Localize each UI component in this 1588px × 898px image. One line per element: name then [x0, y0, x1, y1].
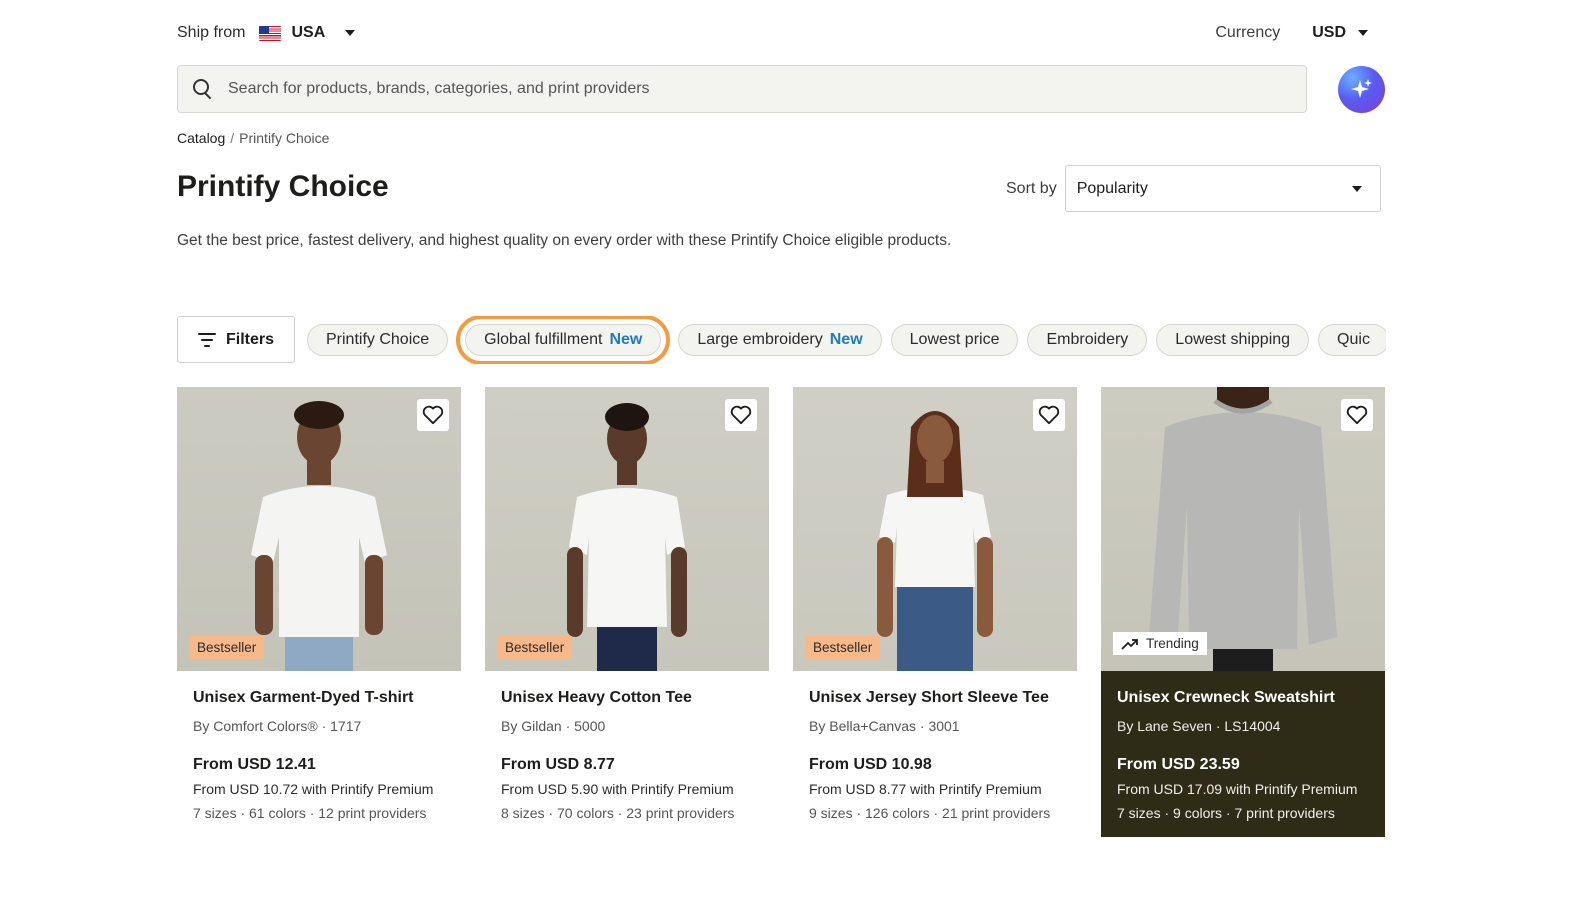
product-meta: 7 sizes · 61 colors · 12 print providers — [193, 805, 427, 821]
chip-embroidery[interactable]: Embroidery — [1027, 324, 1148, 356]
heart-icon — [1346, 405, 1368, 425]
heart-icon — [422, 405, 444, 425]
product-image[interactable]: Bestseller — [485, 387, 769, 671]
filter-bar: Filters Printify Choice Global fulfillme… — [177, 316, 1386, 364]
product-name: Unisex Heavy Cotton Tee — [501, 689, 692, 706]
filters-button[interactable]: Filters — [177, 316, 295, 363]
trending-up-icon — [1121, 638, 1138, 650]
search-bar[interactable] — [177, 65, 1307, 113]
new-badge: New — [609, 331, 643, 348]
ship-country: USA — [291, 24, 326, 41]
breadcrumb-current: Printify Choice — [239, 130, 330, 146]
currency-value: USD — [1312, 24, 1346, 41]
product-image[interactable]: Bestseller — [177, 387, 461, 671]
favorite-button[interactable] — [1033, 399, 1065, 431]
product-card[interactable]: Trending Unisex Crewneck Sweatshirt By L… — [1101, 387, 1385, 837]
sort-label: Sort by — [1006, 179, 1057, 197]
ship-from-selector[interactable]: Ship from USA — [177, 24, 356, 42]
product-price: From USD 23.59 — [1117, 756, 1240, 773]
filter-chips: Printify Choice Global fulfillment New L… — [307, 316, 1386, 364]
product-info: Unisex Heavy Cotton Tee By Gildan · 5000… — [485, 671, 769, 837]
product-brand: By Gildan · 5000 — [501, 718, 606, 734]
chip-label: Global fulfillment — [484, 331, 603, 348]
product-price: From USD 8.77 — [501, 756, 615, 773]
favorite-button[interactable] — [1341, 399, 1373, 431]
product-premium-price: From USD 10.72 with Printify Premium — [193, 781, 434, 797]
chip-label: Embroidery — [1046, 331, 1129, 348]
product-price: From USD 12.41 — [193, 756, 316, 773]
product-image[interactable]: Bestseller — [793, 387, 1077, 671]
product-info: Unisex Jersey Short Sleeve Tee By Bella+… — [793, 671, 1077, 837]
us-flag-icon — [259, 25, 282, 41]
favorite-button[interactable] — [417, 399, 449, 431]
breadcrumb-separator: / — [230, 130, 235, 146]
filter-icon — [197, 332, 216, 347]
page-title: Printify Choice — [177, 170, 389, 203]
breadcrumb-catalog-link[interactable]: Catalog — [177, 130, 225, 146]
trending-badge: Trending — [1113, 632, 1207, 655]
chip-global-fulfillment[interactable]: Global fulfillment New — [456, 316, 671, 364]
sort-select[interactable]: Popularity — [1064, 165, 1381, 212]
currency-label: Currency — [1215, 24, 1281, 41]
product-card[interactable]: Bestseller Unisex Garment-Dyed T-shirt B… — [177, 387, 461, 837]
filters-button-label: Filters — [225, 330, 274, 348]
chip-lowest-shipping[interactable]: Lowest shipping — [1156, 324, 1310, 356]
ai-assistant-button[interactable] — [1338, 66, 1385, 113]
chip-quick[interactable]: Quic — [1318, 324, 1386, 356]
ship-from-label: Ship from — [177, 24, 246, 41]
sparkle-icon — [1350, 78, 1372, 98]
product-brand: By Bella+Canvas · 3001 — [809, 718, 960, 734]
chevron-down-icon — [1358, 30, 1368, 36]
sort-value: Popularity — [1076, 179, 1148, 197]
chevron-down-icon — [1351, 185, 1362, 192]
search-icon — [192, 78, 214, 100]
chip-label: Printify Choice — [326, 331, 430, 348]
product-premium-price: From USD 5.90 with Printify Premium — [501, 781, 734, 797]
product-info: Unisex Garment-Dyed T-shirt By Comfort C… — [177, 671, 461, 837]
product-grid: Bestseller Unisex Garment-Dyed T-shirt B… — [177, 387, 1385, 837]
chip-large-embroidery[interactable]: Large embroidery New — [678, 324, 882, 356]
bestseller-badge: Bestseller — [497, 636, 573, 659]
product-brand: By Lane Seven · LS14004 — [1117, 718, 1281, 734]
product-meta: 8 sizes · 70 colors · 23 print providers — [501, 805, 735, 821]
bestseller-badge: Bestseller — [189, 636, 265, 659]
chip-printify-choice[interactable]: Printify Choice — [307, 324, 449, 356]
trending-label: Trending — [1146, 636, 1199, 651]
product-card[interactable]: Bestseller Unisex Heavy Cotton Tee By Gi… — [485, 387, 769, 837]
heart-icon — [1038, 405, 1060, 425]
bestseller-badge: Bestseller — [805, 636, 881, 659]
chip-lowest-price[interactable]: Lowest price — [890, 324, 1019, 356]
product-name: Unisex Crewneck Sweatshirt — [1117, 689, 1335, 706]
chevron-down-icon — [345, 30, 356, 36]
new-badge: New — [829, 331, 863, 348]
page-subtitle: Get the best price, fastest delivery, an… — [177, 232, 952, 249]
chip-label: Quic — [1337, 331, 1370, 348]
heart-icon — [730, 405, 752, 425]
chip-label: Lowest shipping — [1175, 331, 1291, 348]
search-input[interactable] — [228, 80, 1228, 98]
breadcrumb: Catalog / Printify Choice — [177, 130, 329, 146]
product-image[interactable]: Trending — [1101, 387, 1385, 671]
product-price: From USD 10.98 — [809, 756, 932, 773]
favorite-button[interactable] — [725, 399, 757, 431]
product-card[interactable]: Bestseller Unisex Jersey Short Sleeve Te… — [793, 387, 1077, 837]
product-premium-price: From USD 17.09 with Printify Premium — [1117, 781, 1358, 797]
product-name: Unisex Garment-Dyed T-shirt — [193, 689, 414, 706]
chip-label: Large embroidery — [697, 331, 823, 348]
product-premium-price: From USD 8.77 with Printify Premium — [809, 781, 1042, 797]
product-meta: 7 sizes · 9 colors · 7 print providers — [1117, 805, 1335, 821]
product-name: Unisex Jersey Short Sleeve Tee — [809, 689, 1049, 706]
chip-label: Lowest price — [909, 331, 1000, 348]
product-brand: By Comfort Colors® · 1717 — [193, 718, 362, 734]
product-meta: 9 sizes · 126 colors · 21 print provider… — [809, 805, 1051, 821]
currency-selector[interactable]: Currency USD — [1215, 24, 1368, 42]
top-bar: Ship from USA Currency USD — [177, 24, 1386, 52]
product-info: Unisex Crewneck Sweatshirt By Lane Seven… — [1101, 671, 1385, 837]
sort-control: Sort by Popularity — [1006, 165, 1381, 212]
